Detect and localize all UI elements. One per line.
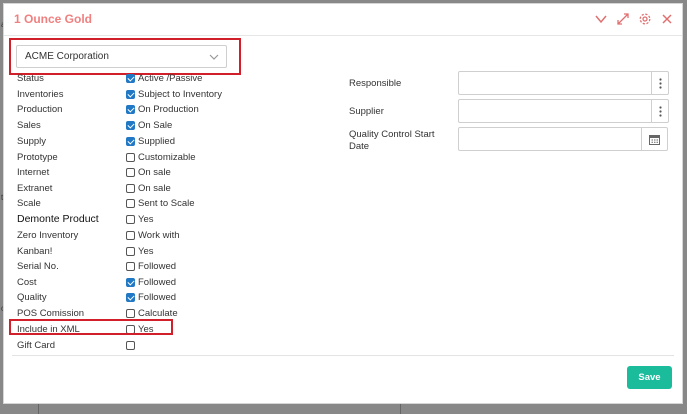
kanban-checkbox[interactable] xyxy=(126,247,135,256)
serial-no-checkbox[interactable] xyxy=(126,262,135,271)
field-option: On sale xyxy=(138,167,171,178)
field-row-internet: Internet On sale xyxy=(17,166,337,180)
field-label: Gift Card xyxy=(17,340,56,351)
responsible-input[interactable] xyxy=(458,71,669,95)
gift-card-checkbox[interactable] xyxy=(126,341,135,350)
quality-checkbox[interactable] xyxy=(126,293,135,302)
field-option: Calculate xyxy=(138,308,178,319)
field-row-scale: Scale Sent to Scale xyxy=(17,197,337,211)
gear-icon[interactable] xyxy=(638,12,652,26)
field-label: Prototype xyxy=(17,152,58,163)
backdrop-border xyxy=(400,404,401,414)
pos-comission-checkbox[interactable] xyxy=(126,309,135,318)
extranet-checkbox[interactable] xyxy=(126,184,135,193)
field-label: Sales xyxy=(17,120,41,131)
scale-checkbox[interactable] xyxy=(126,199,135,208)
production-checkbox[interactable] xyxy=(126,105,135,114)
field-option: Yes xyxy=(138,246,154,257)
field-label: Cost xyxy=(17,277,37,288)
zero-inventory-checkbox[interactable] xyxy=(126,231,135,240)
field-row-sales: Sales On Sale xyxy=(17,119,337,133)
internet-checkbox[interactable] xyxy=(126,168,135,177)
field-row-supply: Supply Supplied xyxy=(17,135,337,149)
field-row-extranet: Extranet On sale xyxy=(17,182,337,196)
product-modal: 1 Ounce Gold ACME Corporation Status Act… xyxy=(3,3,683,404)
field-label: Production xyxy=(17,104,63,115)
field-option: Subject to Inventory xyxy=(138,89,222,100)
status-checkbox[interactable] xyxy=(126,74,135,83)
supplier-more-button[interactable] xyxy=(651,100,668,122)
field-label: Inventories xyxy=(17,89,64,100)
field-option: On Sale xyxy=(138,120,173,131)
field-label: Status xyxy=(17,73,44,84)
field-label: Demonte Product xyxy=(17,213,99,225)
field-option: Sent to Scale xyxy=(138,198,195,209)
supplier-input[interactable] xyxy=(458,99,669,123)
field-row-gift-card: Gift Card xyxy=(17,339,337,353)
field-option: Work with xyxy=(138,230,180,241)
field-row-cost: Cost Followed xyxy=(17,276,337,290)
modal-title: 1 Ounce Gold xyxy=(14,12,93,26)
field-label: Serial No. xyxy=(17,261,59,272)
highlight-box-include-in-xml xyxy=(9,319,173,335)
field-row-inventories: Inventories Subject to Inventory xyxy=(17,88,337,102)
field-row-kanban: Kanban! Yes xyxy=(17,245,337,259)
field-option: On sale xyxy=(138,183,171,194)
more-vertical-icon xyxy=(658,77,662,89)
field-label: Scale xyxy=(17,198,41,209)
demonte-product-checkbox[interactable] xyxy=(126,215,135,224)
field-row-zero-inventory: Zero Inventory Work with xyxy=(17,229,337,243)
calendar-button[interactable] xyxy=(641,128,667,150)
field-label: Supply xyxy=(17,136,47,147)
responsible-more-button[interactable] xyxy=(651,72,668,94)
field-label: Zero Inventory xyxy=(17,230,79,241)
chevron-down-icon[interactable] xyxy=(594,12,608,26)
field-option: Supplied xyxy=(138,136,175,147)
field-option: Followed xyxy=(138,277,177,288)
field-row-prototype: Prototype Customizable xyxy=(17,151,337,165)
field-label: POS Comission xyxy=(17,308,85,319)
header-actions xyxy=(594,12,674,26)
field-option: Yes xyxy=(138,214,154,225)
sales-checkbox[interactable] xyxy=(126,121,135,130)
field-option: Customizable xyxy=(138,152,196,163)
backdrop-border xyxy=(38,404,39,414)
supplier-label: Supplier xyxy=(349,106,384,117)
field-label: Extranet xyxy=(17,183,53,194)
save-button[interactable]: Save xyxy=(627,366,672,389)
field-row-demonte-product: Demonte Product Yes xyxy=(17,213,337,227)
field-option: Active /Passive xyxy=(138,73,203,84)
field-option: Followed xyxy=(138,261,177,272)
field-row-status: Status Active /Passive xyxy=(17,72,337,86)
close-icon[interactable] xyxy=(660,12,674,26)
highlight-box-company xyxy=(9,38,241,75)
field-label: Kanban! xyxy=(17,246,53,257)
field-option: Followed xyxy=(138,292,177,303)
more-vertical-icon xyxy=(658,105,662,117)
prototype-checkbox[interactable] xyxy=(126,153,135,162)
qc-start-date-label: Quality Control Start Date xyxy=(349,129,435,152)
field-row-production: Production On Production xyxy=(17,103,337,117)
expand-icon[interactable] xyxy=(616,12,630,26)
field-option: On Production xyxy=(138,104,199,115)
calendar-icon xyxy=(649,134,660,145)
modal-header: 1 Ounce Gold xyxy=(4,4,682,36)
field-label: Quality xyxy=(17,292,47,303)
inventories-checkbox[interactable] xyxy=(126,90,135,99)
field-row-serial-no: Serial No. Followed xyxy=(17,260,337,274)
qc-start-date-input[interactable] xyxy=(458,127,668,151)
field-label: Internet xyxy=(17,167,50,178)
cost-checkbox[interactable] xyxy=(126,278,135,287)
responsible-label: Responsible xyxy=(349,78,402,89)
supply-checkbox[interactable] xyxy=(126,137,135,146)
field-row-quality: Quality Followed xyxy=(17,291,337,305)
footer-divider xyxy=(12,355,674,356)
